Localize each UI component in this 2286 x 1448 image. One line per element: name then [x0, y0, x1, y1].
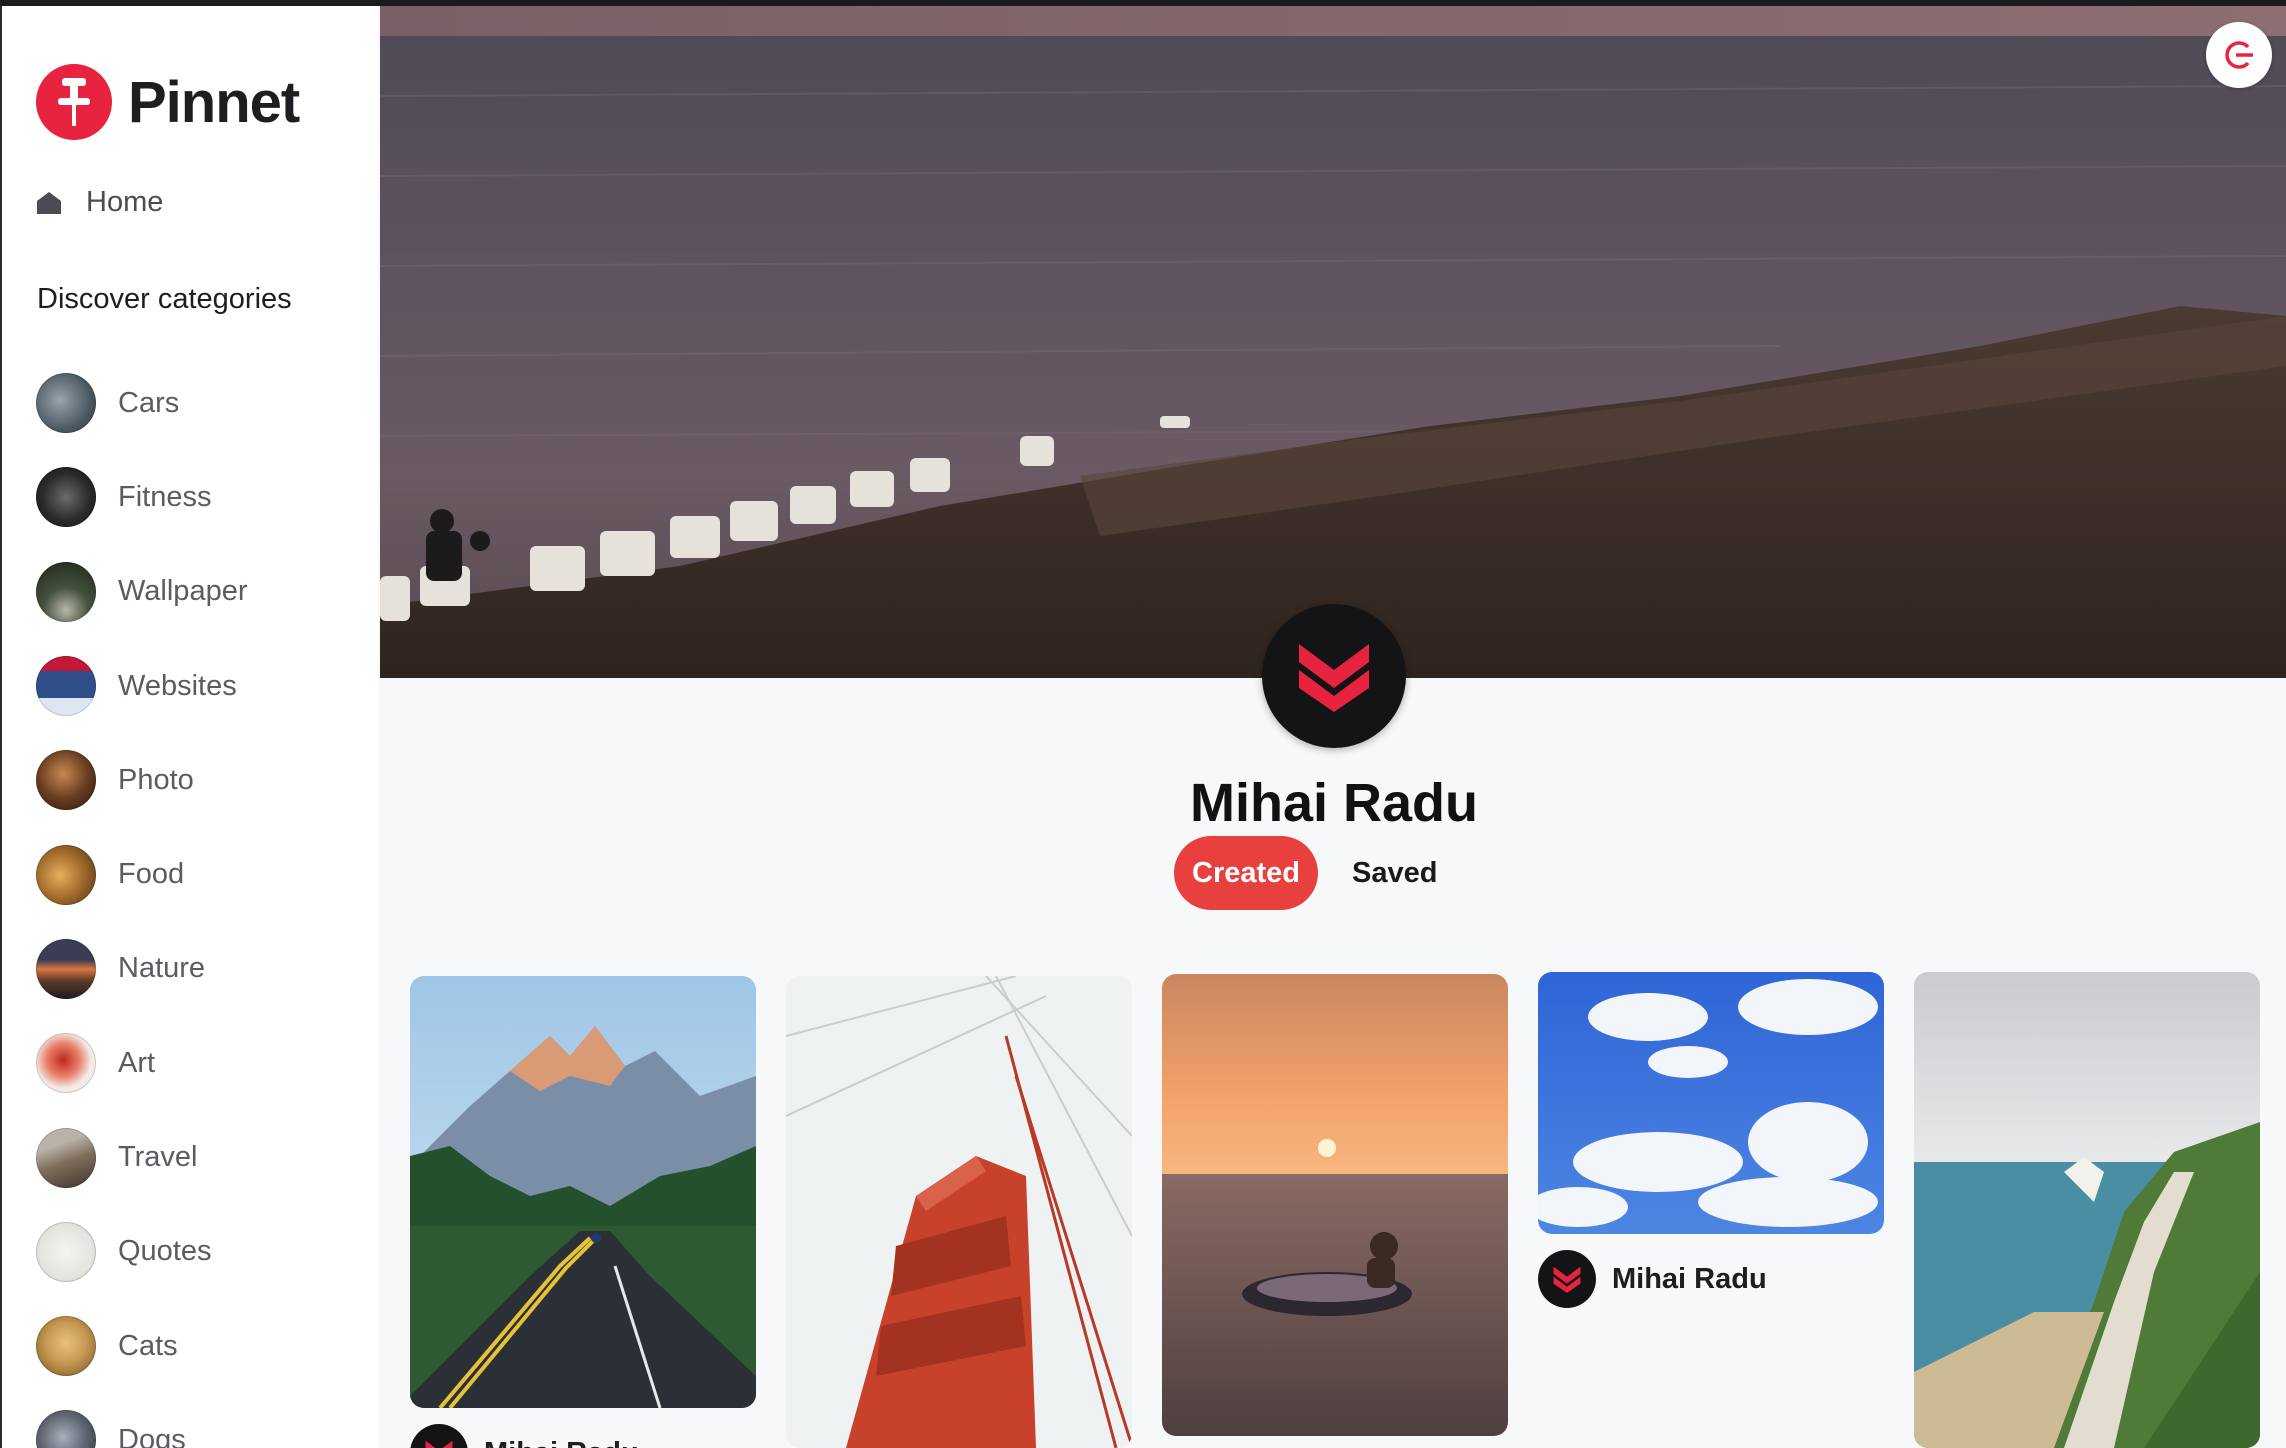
- tab-saved[interactable]: Saved: [1340, 857, 1449, 890]
- sidebar-item-cats[interactable]: Cats: [36, 1299, 247, 1393]
- pin-author[interactable]: Mihai Radu: [1538, 1250, 1767, 1308]
- category-thumbnail: [36, 373, 96, 434]
- author-avatar: [410, 1424, 468, 1448]
- sidebar-item-label: Fitness: [118, 480, 212, 513]
- category-thumbnail: [36, 656, 96, 717]
- pin-card[interactable]: [1538, 972, 1884, 1234]
- sidebar-item-label: Cars: [118, 386, 180, 419]
- profile-page: Mihai Radu Created Saved Mihai Radu: [378, 0, 2286, 1448]
- category-thumbnail: [36, 467, 96, 528]
- category-thumbnail: [36, 750, 96, 811]
- sidebar-item-art[interactable]: Art: [36, 1016, 247, 1110]
- brand-chevron-icon: [1299, 644, 1369, 712]
- sidebar-item-travel[interactable]: Travel: [36, 1110, 247, 1204]
- sidebar-item-label: Cats: [118, 1329, 178, 1362]
- category-thumbnail: [36, 938, 96, 999]
- author-avatar: [1538, 1250, 1596, 1308]
- sidebar-item-dogs[interactable]: Dogs: [36, 1393, 247, 1448]
- sidebar-item-nature[interactable]: Nature: [36, 922, 247, 1016]
- sidebar-item-home[interactable]: Home: [36, 186, 163, 219]
- pin-image: [1914, 972, 2260, 1448]
- sidebar-item-label: Dogs: [118, 1423, 186, 1448]
- logout-icon: [2225, 41, 2253, 69]
- pin-card[interactable]: [1914, 972, 2260, 1448]
- logout-button[interactable]: [2206, 22, 2272, 88]
- app-name: Pinnet: [128, 69, 300, 135]
- sidebar: Pinnet Home Discover categories Cars Fit…: [0, 6, 378, 1448]
- discover-heading: Discover categories: [37, 283, 292, 315]
- sidebar-item-label: Websites: [118, 669, 237, 702]
- sidebar-item-websites[interactable]: Websites: [36, 639, 247, 733]
- pin-logo-icon: [36, 64, 112, 140]
- sidebar-item-food[interactable]: Food: [36, 827, 247, 921]
- brand-chevron-icon: [425, 1440, 453, 1448]
- app-logo[interactable]: Pinnet: [36, 64, 300, 140]
- pin-image: [1538, 972, 1884, 1234]
- sidebar-item-wallpaper[interactable]: Wallpaper: [36, 545, 247, 639]
- category-thumbnail: [36, 844, 96, 905]
- sidebar-item-label: Home: [86, 186, 164, 218]
- brand-chevron-icon: [1553, 1266, 1581, 1293]
- sidebar-item-label: Wallpaper: [118, 575, 248, 608]
- pin-card[interactable]: [786, 976, 1132, 1448]
- sidebar-item-fitness[interactable]: Fitness: [36, 450, 247, 544]
- home-icon: [37, 191, 61, 214]
- cover-image: [380, 6, 2286, 678]
- author-name: Mihai Radu: [484, 1437, 639, 1448]
- category-list: Cars Fitness Wallpaper Websites Photo Fo…: [36, 356, 247, 1448]
- category-thumbnail: [36, 1316, 96, 1377]
- profile-tabs: Created Saved: [1174, 836, 1449, 910]
- sidebar-item-label: Food: [118, 858, 185, 891]
- category-thumbnail: [36, 1033, 96, 1094]
- sidebar-item-photo[interactable]: Photo: [36, 733, 247, 827]
- tab-created[interactable]: Created: [1174, 836, 1318, 910]
- pin-image: [410, 976, 756, 1408]
- category-thumbnail: [36, 561, 96, 622]
- pin-image: [786, 976, 1132, 1448]
- sidebar-item-label: Photo: [118, 763, 194, 796]
- category-thumbnail: [36, 1127, 96, 1188]
- profile-name: Mihai Radu: [1189, 773, 1478, 833]
- category-thumbnail: [36, 1221, 96, 1282]
- sidebar-item-label: Nature: [118, 952, 206, 985]
- pin-image: [1162, 974, 1508, 1436]
- pin-author[interactable]: Mihai Radu: [410, 1424, 639, 1448]
- sidebar-item-cars[interactable]: Cars: [36, 356, 247, 450]
- pin-card[interactable]: [410, 976, 756, 1408]
- sidebar-item-label: Travel: [118, 1141, 198, 1174]
- category-thumbnail: [36, 1410, 96, 1448]
- sidebar-item-quotes[interactable]: Quotes: [36, 1205, 247, 1299]
- sidebar-item-label: Art: [118, 1046, 156, 1079]
- pin-card[interactable]: [1162, 974, 1508, 1436]
- author-name: Mihai Radu: [1612, 1262, 1767, 1295]
- profile-avatar: [1262, 604, 1406, 748]
- sidebar-item-label: Quotes: [118, 1235, 212, 1268]
